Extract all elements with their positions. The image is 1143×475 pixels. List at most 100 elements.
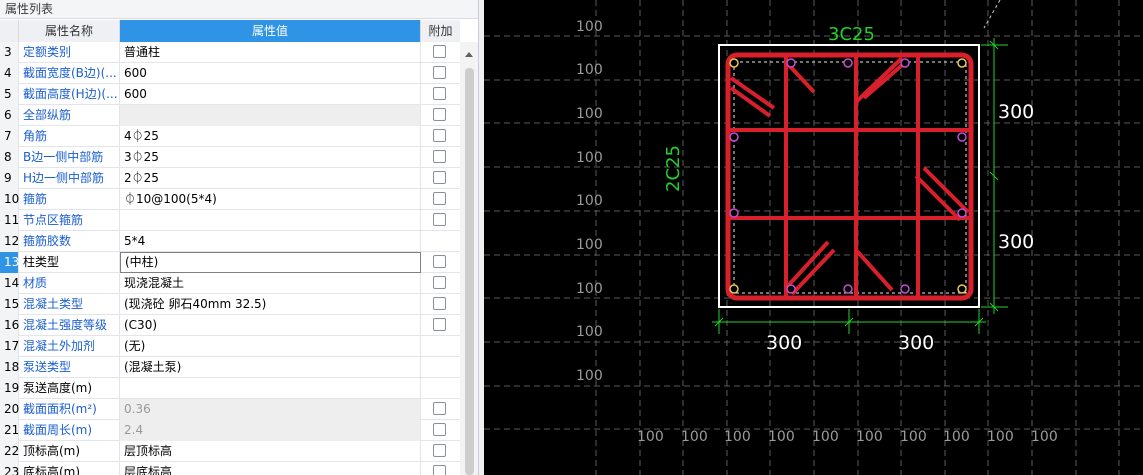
property-value[interactable]: 0.36 xyxy=(120,399,421,420)
attach-checkbox[interactable] xyxy=(433,108,446,121)
scroll-up-arrow-icon[interactable] xyxy=(465,52,473,57)
rebar-bar[interactable] xyxy=(843,58,853,68)
attach-checkbox[interactable] xyxy=(433,213,446,226)
table-row[interactable]: 14 材质 现浇混凝土 xyxy=(0,273,460,294)
table-row[interactable]: 13 柱类型 (中柱) xyxy=(0,252,460,273)
table-row[interactable]: 18 泵送类型 (混凝土泵) xyxy=(0,357,460,378)
attach-checkbox[interactable] xyxy=(433,45,446,58)
header-property-name[interactable]: 属性名称 xyxy=(19,20,120,42)
property-value[interactable] xyxy=(120,378,421,399)
scroll-thumb[interactable] xyxy=(465,68,474,475)
header-attach[interactable]: 附加 xyxy=(421,20,460,42)
attach-checkbox[interactable] xyxy=(433,129,446,142)
table-row[interactable]: 15 混凝土类型 (现浇砼 卵石40mm 32.5) xyxy=(0,294,460,315)
row-number: 15 xyxy=(0,294,19,315)
table-row[interactable]: 10 箍筋 ⏀10@100(5*4) xyxy=(0,189,460,210)
table-row[interactable]: 17 混凝土外加剂 (无) xyxy=(0,336,460,357)
rebar-bar[interactable] xyxy=(957,132,967,142)
property-value[interactable]: 600 xyxy=(120,63,421,84)
property-value[interactable]: ⏀10@100(5*4) xyxy=(120,189,421,210)
rebar-bar[interactable] xyxy=(900,58,910,68)
row-number: 12 xyxy=(0,231,19,252)
rebar-bar[interactable] xyxy=(957,58,967,68)
rebar-bar[interactable] xyxy=(957,208,967,218)
table-row[interactable]: 23 底标高(m) 层底标高 xyxy=(0,462,460,475)
table-row[interactable]: 16 混凝土强度等级 (C30) xyxy=(0,315,460,336)
attach-checkbox[interactable] xyxy=(433,444,446,457)
table-row[interactable]: 11 节点区箍筋 xyxy=(0,210,460,231)
rebar-bar[interactable] xyxy=(729,132,739,142)
attach-cell xyxy=(421,42,460,63)
grid-label-left: 100 xyxy=(576,19,603,35)
property-value-editor[interactable]: (中柱) xyxy=(120,252,421,273)
property-value[interactable]: 层底标高 xyxy=(120,462,421,475)
attach-checkbox[interactable] xyxy=(433,150,446,163)
property-value[interactable]: (无) xyxy=(120,336,421,357)
header-property-value[interactable]: 属性值 xyxy=(120,20,421,42)
table-row[interactable]: 8 B边一侧中部筋 3⏀25 xyxy=(0,147,460,168)
property-name: 材质 xyxy=(19,273,120,294)
column-outline[interactable] xyxy=(718,44,980,308)
property-value[interactable]: 普通柱 xyxy=(120,42,421,63)
rebar-stirrups[interactable] xyxy=(725,52,974,301)
attach-checkbox[interactable] xyxy=(433,318,446,331)
table-row[interactable]: 4 截面宽度(B边)(... 600 xyxy=(0,63,460,84)
attach-cell xyxy=(421,84,460,105)
property-value[interactable]: (现浇砼 卵石40mm 32.5) xyxy=(120,294,421,315)
property-value[interactable]: 4⏀25 xyxy=(120,126,421,147)
attach-checkbox[interactable] xyxy=(433,192,446,205)
attach-checkbox[interactable] xyxy=(433,87,446,100)
rebar-bar[interactable] xyxy=(786,284,796,294)
property-value[interactable]: (C30) xyxy=(120,315,421,336)
rebar-bar[interactable] xyxy=(900,284,910,294)
dim-right-top: 300 xyxy=(998,101,1034,123)
attach-cell xyxy=(421,147,460,168)
property-value[interactable]: 2⏀25 xyxy=(120,168,421,189)
grid-label-bottom: 100 xyxy=(943,429,970,445)
property-value[interactable]: 2.4 xyxy=(120,420,421,441)
table-row[interactable]: 12 箍筋胶数 5*4 xyxy=(0,231,460,252)
property-value[interactable]: (混凝土泵) xyxy=(120,357,421,378)
table-row[interactable]: 20 截面面积(m²) 0.36 xyxy=(0,399,460,420)
property-value[interactable] xyxy=(120,105,421,126)
rebar-bar[interactable] xyxy=(729,58,739,68)
property-value[interactable]: 层顶标高 xyxy=(120,441,421,462)
rebar-bar[interactable] xyxy=(957,284,967,294)
property-name: 全部纵筋 xyxy=(19,105,120,126)
row-number: 18 xyxy=(0,357,19,378)
attach-checkbox[interactable] xyxy=(433,255,446,268)
rebar-bar[interactable] xyxy=(729,284,739,294)
rebar-bar[interactable] xyxy=(843,284,853,294)
rebar-bar[interactable] xyxy=(786,58,796,68)
top-rebar-label[interactable]: 3C25 xyxy=(828,24,875,45)
table-row[interactable]: 22 顶标高(m) 层顶标高 xyxy=(0,441,460,462)
attach-checkbox[interactable] xyxy=(433,402,446,415)
table-row[interactable]: 3 定额类别 普通柱 xyxy=(0,42,460,63)
vertical-scrollbar[interactable] xyxy=(460,42,478,475)
table-row[interactable]: 19 泵送高度(m) xyxy=(0,378,460,399)
attach-checkbox[interactable] xyxy=(433,276,446,289)
table-row[interactable]: 9 H边一侧中部筋 2⏀25 xyxy=(0,168,460,189)
grid-label-bottom: 100 xyxy=(681,429,708,445)
table-row[interactable]: 7 角筋 4⏀25 xyxy=(0,126,460,147)
row-number: 7 xyxy=(0,126,19,147)
cad-viewport[interactable]: 100 100 100 100 100 100 100 100 100 100 100 100 100 1… xyxy=(484,0,1143,475)
attach-checkbox[interactable] xyxy=(433,423,446,436)
attach-checkbox[interactable] xyxy=(433,297,446,310)
rebar-bar[interactable] xyxy=(729,208,739,218)
table-row[interactable]: 21 截面周长(m) 2.4 xyxy=(0,420,460,441)
property-value[interactable]: 5*4 xyxy=(120,231,421,252)
property-value[interactable]: 3⏀25 xyxy=(120,147,421,168)
property-name: 箍筋 xyxy=(19,189,120,210)
property-value[interactable] xyxy=(120,210,421,231)
grid-label-left: 100 xyxy=(576,237,603,253)
attach-checkbox[interactable] xyxy=(433,66,446,79)
attach-checkbox[interactable] xyxy=(433,171,446,184)
property-value[interactable]: 现浇混凝土 xyxy=(120,273,421,294)
side-rebar-label[interactable]: 2C25 xyxy=(663,145,684,192)
property-value[interactable]: 600 xyxy=(120,84,421,105)
attach-checkbox[interactable] xyxy=(433,465,446,475)
table-row[interactable]: 6 全部纵筋 xyxy=(0,105,460,126)
property-list-panel: 属性列表 属性名称 属性值 附加 3 定额类别 普通柱 4 截面宽度(B边)(... 60… xyxy=(0,0,479,475)
table-row[interactable]: 5 截面高度(H边)(... 600 xyxy=(0,84,460,105)
